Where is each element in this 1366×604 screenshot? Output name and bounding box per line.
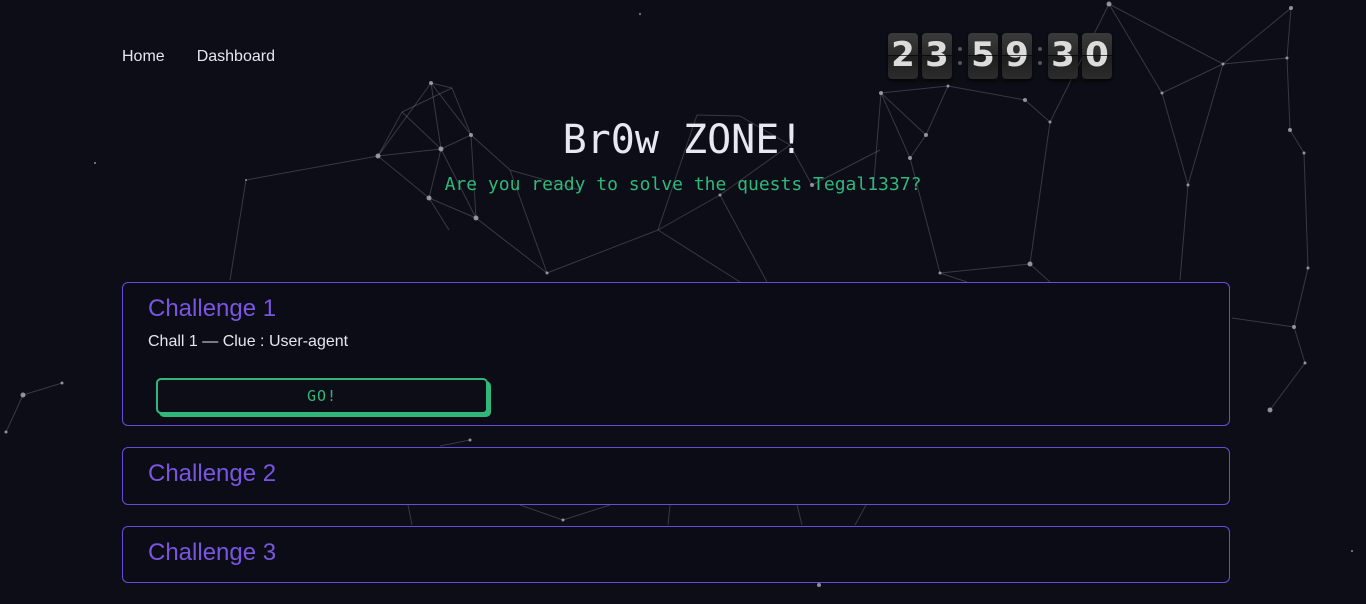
top-nav: Home Dashboard (122, 48, 275, 66)
challenge-card-1[interactable]: Challenge 1 Chall 1 — Clue : User-agent … (122, 282, 1230, 426)
minutes-tens-digit: 5 (968, 33, 998, 79)
challenge-title[interactable]: Challenge 3 (148, 539, 276, 567)
challenge-card-3[interactable]: Challenge 3 (122, 526, 1230, 583)
hero-section: Br0w ZONE! Are you ready to solve the qu… (0, 112, 1366, 195)
hours-ones-digit: 3 (922, 33, 952, 79)
page-title: Br0w ZONE! (562, 117, 804, 163)
challenge-clue: Chall 1 — Clue : User-agent (148, 333, 349, 350)
seconds-tens-digit: 3 (1048, 33, 1078, 79)
nav-dashboard-link[interactable]: Dashboard (197, 48, 275, 66)
challenge-card-2[interactable]: Challenge 2 (122, 447, 1230, 505)
challenge-title[interactable]: Challenge 2 (148, 460, 276, 488)
page-subtitle: Are you ready to solve the quests Tegal1… (444, 174, 922, 195)
countdown-timer: 2 3 5 9 3 0 (888, 33, 1116, 79)
minutes-ones-digit: 9 (1002, 33, 1032, 79)
nav-home-link[interactable]: Home (122, 48, 165, 66)
hours-tens-digit: 2 (888, 33, 918, 79)
time-separator (956, 47, 964, 65)
go-button[interactable]: GO! (156, 378, 488, 414)
challenge-title[interactable]: Challenge 1 (148, 295, 276, 323)
seconds-ones-digit: 0 (1082, 33, 1112, 79)
time-separator (1036, 47, 1044, 65)
